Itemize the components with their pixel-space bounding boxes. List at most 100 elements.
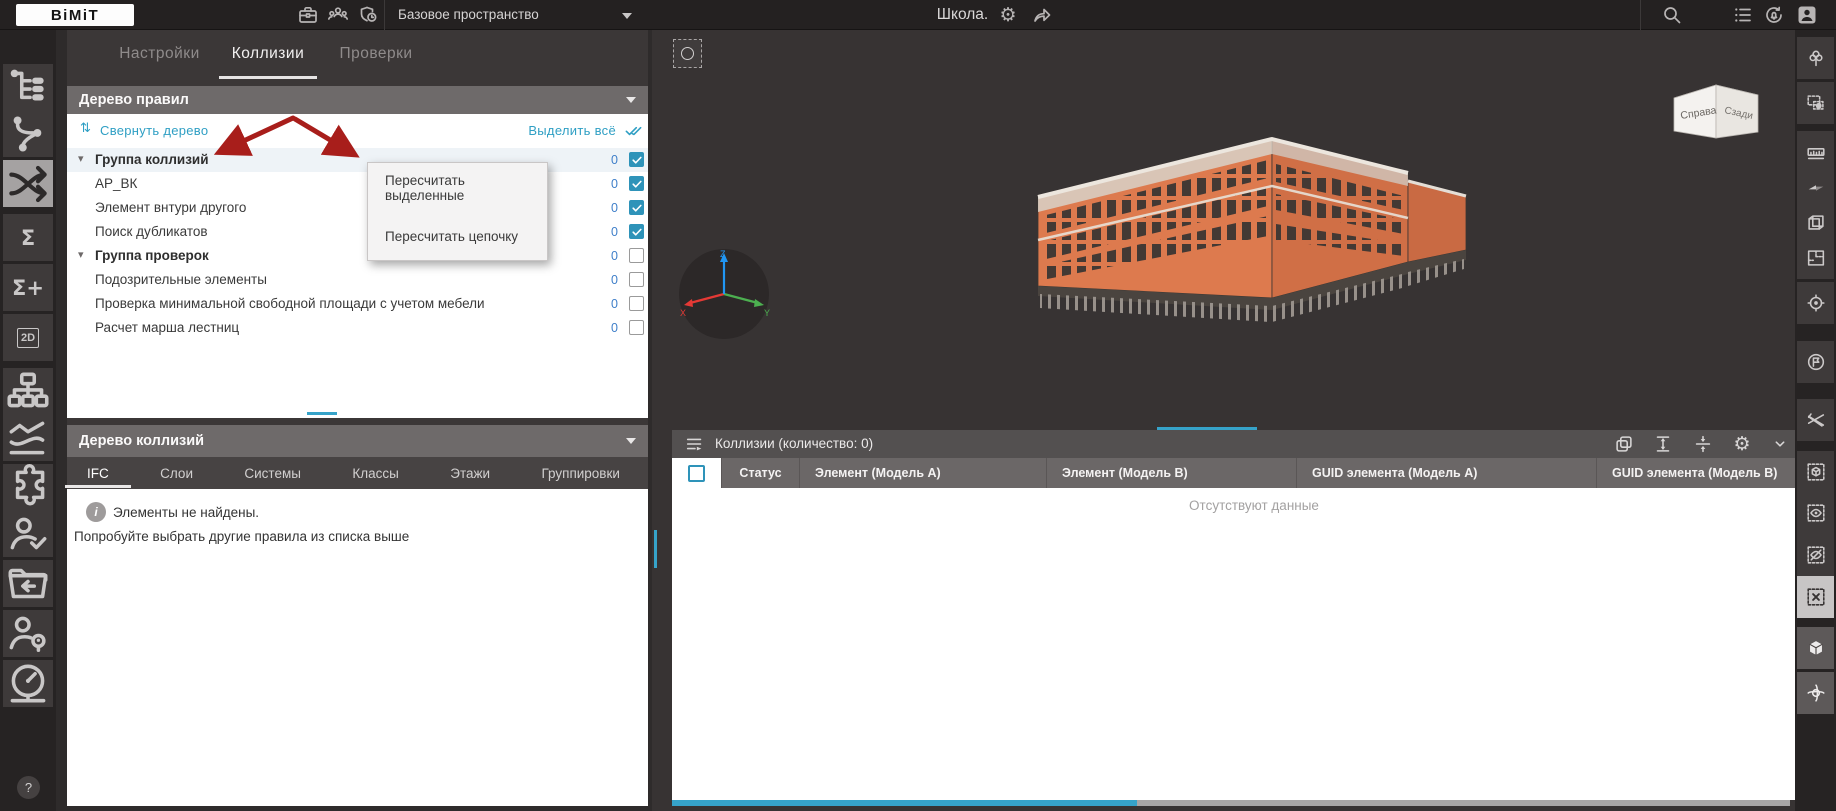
tree-row[interactable]: ▾ Группа проверок 0: [67, 244, 648, 268]
tab-ifc[interactable]: IFC: [87, 466, 109, 481]
account-icon[interactable]: [1795, 3, 1819, 27]
tab-systems[interactable]: Системы: [244, 466, 301, 481]
select-all-link[interactable]: Выделить всё: [528, 123, 616, 138]
notifications-sync-icon[interactable]: [1762, 3, 1786, 27]
collision-tree-header[interactable]: Дерево коллизий: [67, 425, 648, 457]
expand-rows-icon[interactable]: [1652, 433, 1674, 455]
tree-row[interactable]: Проверка минимальной свободной площади с…: [67, 292, 648, 316]
floorplan-icon[interactable]: [1797, 237, 1834, 279]
tab-settings[interactable]: Настройки: [97, 30, 222, 78]
list-menu-icon[interactable]: [1731, 3, 1755, 27]
collisions-tool-icon[interactable]: [3, 160, 53, 207]
search-icon[interactable]: [1660, 3, 1684, 27]
folder-import-icon[interactable]: [3, 560, 53, 607]
connections-icon[interactable]: [3, 110, 53, 157]
select-all-cell[interactable]: [672, 458, 722, 488]
org-chart-icon[interactable]: [3, 368, 53, 415]
app-logo[interactable]: BiMiT: [16, 4, 134, 26]
tree-row[interactable]: Элемент внтури другого 0: [67, 196, 648, 220]
tree-row[interactable]: Подозрительные элементы 0: [67, 268, 648, 292]
rule-label: Расчет марша лестниц: [95, 316, 239, 340]
plugins-icon[interactable]: [3, 464, 53, 511]
collapse-panel-icon[interactable]: [1769, 433, 1791, 455]
chevron-down-icon[interactable]: [622, 13, 632, 19]
flag-icon[interactable]: [1797, 341, 1834, 383]
horizontal-scrollbar[interactable]: [307, 412, 337, 415]
table-settings-icon[interactable]: ⚙: [1731, 433, 1753, 455]
double-check-icon[interactable]: [624, 121, 643, 140]
charts-icon[interactable]: [3, 414, 53, 461]
user-check-icon[interactable]: [3, 510, 53, 557]
navigation-cube[interactable]: Справа Сзади: [1666, 76, 1766, 152]
collision-pairs-icon[interactable]: [1797, 399, 1834, 441]
table-menu-icon[interactable]: [684, 433, 706, 455]
settings-gear-icon[interactable]: ⚙: [996, 3, 1020, 27]
help-button[interactable]: ?: [17, 776, 40, 799]
tree-row[interactable]: АР_ВК 0: [67, 172, 648, 196]
table-scrollbar-thumb[interactable]: [672, 800, 1137, 806]
rule-checkbox[interactable]: [629, 152, 644, 167]
twod-docs-icon[interactable]: 2D: [3, 314, 53, 361]
clear-selection-icon[interactable]: [1797, 576, 1834, 618]
rule-checkbox[interactable]: [629, 296, 644, 311]
menu-item-recalc-chain[interactable]: Пересчитать цепочку: [368, 212, 547, 261]
rule-label: Подозрительные элементы: [95, 268, 267, 292]
column-element-b[interactable]: Элемент (Модель B): [1047, 458, 1297, 488]
building-model[interactable]: [1000, 110, 1480, 325]
tree-row[interactable]: Расчет марша лестниц 0: [67, 316, 648, 340]
copy-icon[interactable]: [1613, 433, 1635, 455]
rules-tree-header[interactable]: Дерево правил: [67, 86, 648, 114]
chevron-down-icon[interactable]: [626, 438, 636, 444]
tab-collisions[interactable]: Коллизии: [213, 30, 323, 78]
dashboard-gauge-icon[interactable]: [3, 660, 53, 707]
table-title: Коллизии (количество: 0): [715, 430, 873, 458]
model-tree-icon[interactable]: [1797, 37, 1834, 79]
shield-status-icon[interactable]: [356, 3, 380, 27]
column-guid-a[interactable]: GUID элемента (Модель А): [1297, 458, 1597, 488]
rule-checkbox[interactable]: [629, 224, 644, 239]
sum-add-icon[interactable]: Σ+: [3, 264, 53, 311]
rule-checkbox[interactable]: [629, 248, 644, 263]
split-view-icon[interactable]: [1692, 433, 1714, 455]
table-scrollbar-track[interactable]: [672, 800, 1790, 806]
vertical-scrollbar[interactable]: [654, 530, 657, 568]
rule-checkbox[interactable]: [629, 200, 644, 215]
tab-groups[interactable]: Группировки: [541, 466, 619, 481]
menu-item-recalc-selected[interactable]: Пересчитать выделенные: [368, 163, 547, 212]
tab-floors[interactable]: Этажи: [450, 466, 490, 481]
chevron-down-icon[interactable]: [626, 97, 636, 103]
sum-icon[interactable]: Σ: [3, 214, 53, 261]
collapse-tree-icon[interactable]: ⇅: [80, 121, 91, 136]
caret-down-icon[interactable]: ▾: [78, 152, 84, 165]
structure-tree-icon[interactable]: [3, 64, 53, 111]
rule-checkbox[interactable]: [629, 176, 644, 191]
isolate-box-icon[interactable]: [1797, 451, 1834, 493]
caret-down-icon[interactable]: ▾: [78, 248, 84, 261]
workspace-selector[interactable]: Базовое пространство: [398, 0, 539, 30]
collapse-tree-link[interactable]: Свернуть дерево: [100, 123, 208, 138]
orbit-button[interactable]: [1797, 672, 1834, 714]
rule-checkbox[interactable]: [629, 320, 644, 335]
table-checkbox[interactable]: [688, 465, 705, 482]
user-location-icon[interactable]: [3, 610, 53, 657]
tree-row[interactable]: ▾ Группа коллизий 0: [67, 148, 648, 172]
hide-elements-icon[interactable]: [1797, 534, 1834, 576]
cube-view-button[interactable]: [1797, 627, 1834, 669]
column-element-a[interactable]: Элемент (Модель А): [800, 458, 1047, 488]
share-icon[interactable]: [1030, 3, 1054, 27]
tab-checks[interactable]: Проверки: [321, 30, 431, 78]
rule-checkbox[interactable]: [629, 272, 644, 287]
selection-sets-icon[interactable]: [1797, 82, 1834, 124]
team-icon[interactable]: [326, 3, 350, 27]
tab-classes[interactable]: Классы: [352, 466, 398, 481]
show-elements-icon[interactable]: [1797, 492, 1834, 534]
horizontal-scroll-indicator[interactable]: [1157, 427, 1257, 430]
rule-count: 0: [611, 292, 618, 316]
axis-gizmo[interactable]: X Y Z: [676, 246, 772, 342]
locate-icon[interactable]: [1797, 282, 1834, 324]
projects-icon[interactable]: [296, 3, 320, 27]
tab-layers[interactable]: Слои: [160, 466, 193, 481]
tree-row[interactable]: Поиск дубликатов 0: [67, 220, 648, 244]
focus-selection-icon[interactable]: [673, 39, 702, 68]
column-status[interactable]: Статус: [722, 458, 800, 488]
